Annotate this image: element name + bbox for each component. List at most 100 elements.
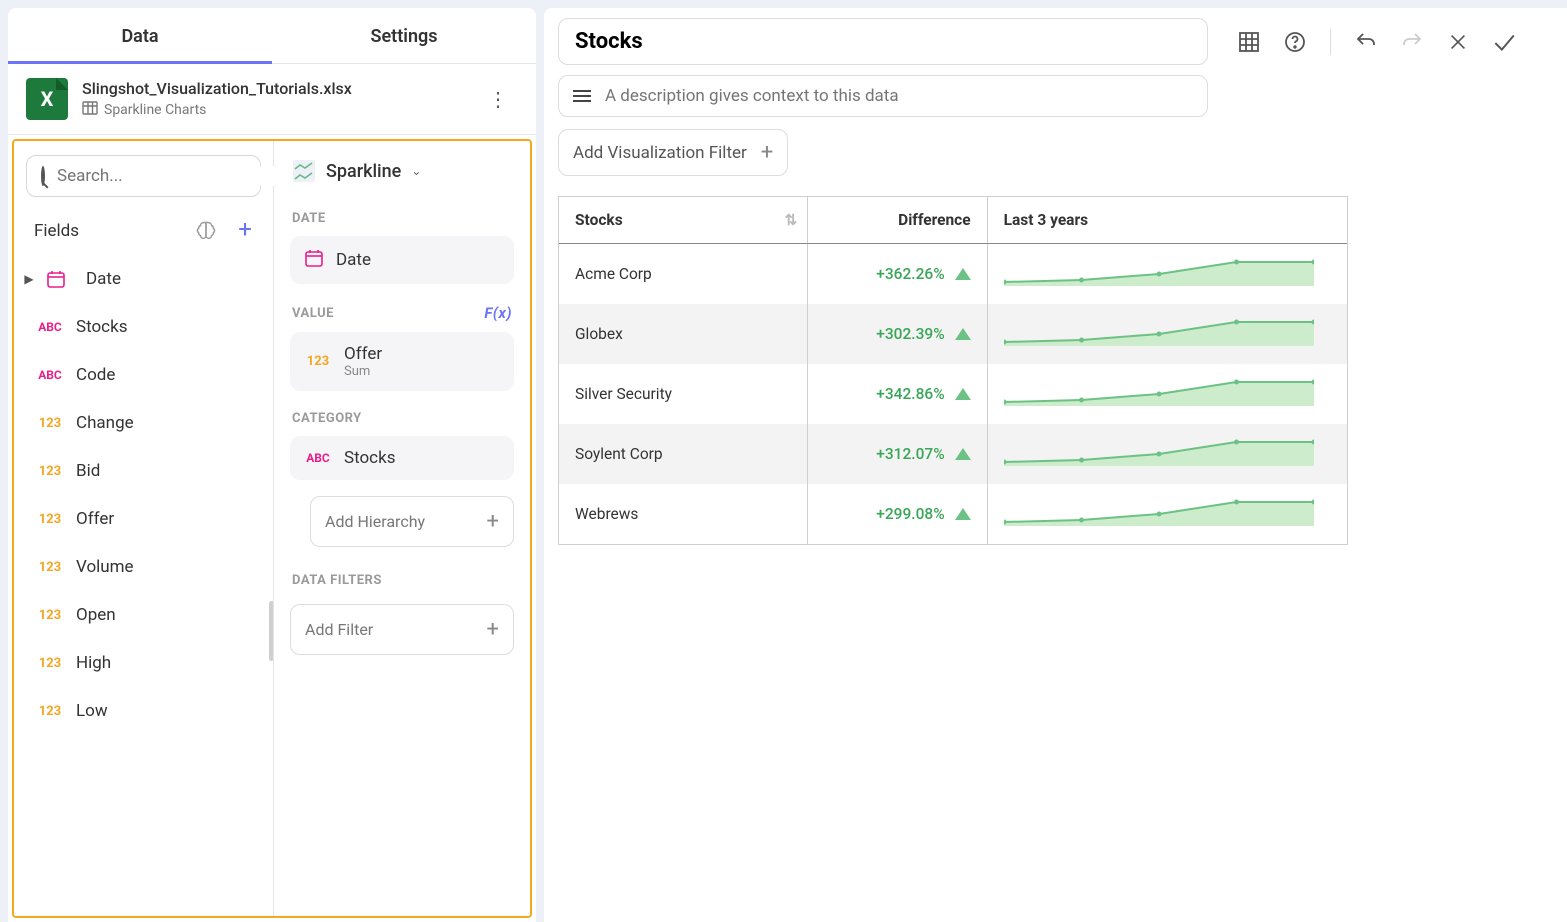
value-pill-label: Offer [344,344,382,364]
confirm-icon[interactable] [1491,29,1517,55]
table-row[interactable]: Webrews+299.08% [559,484,1347,544]
text-icon: ABC [304,451,332,465]
field-label: Date [86,269,121,289]
section-date: DATE [290,201,514,236]
table-row[interactable]: Soylent Corp+312.07% [559,424,1347,484]
up-trend-icon [955,328,971,340]
field-label: High [76,653,111,673]
cell-difference: +302.39% [808,304,987,364]
plus-icon: + [487,617,499,642]
field-item-stocks[interactable]: ABCStocks [14,303,273,351]
th-last3[interactable]: Last 3 years [987,197,1347,244]
cell-stock-name: Globex [559,304,808,364]
text-icon: ABC [36,320,64,334]
numeric-icon: 123 [36,464,64,479]
chevron-down-icon: ⌄ [411,164,421,178]
visualization-label: Sparkline [326,161,401,182]
numeric-icon: 123 [36,656,64,671]
config-pane: Sparkline ⌄ DATE Date VALUE F(x) 123 [274,141,530,916]
numeric-icon: 123 [36,704,64,719]
field-item-low[interactable]: 123 Low [14,687,273,735]
th-stocks[interactable]: Stocks ⇅ [559,197,808,244]
field-item-date[interactable]: ▶ Date [14,255,273,303]
sparkline [1004,318,1314,346]
field-item-volume[interactable]: 123 Volume [14,543,273,591]
close-icon[interactable] [1445,29,1471,55]
numeric-icon: 123 [36,560,64,575]
cell-sparkline [987,364,1347,424]
field-item-offer[interactable]: 123Offer [14,495,273,543]
visualization-selector[interactable]: Sparkline ⌄ [290,153,514,201]
chevron-right-icon: ▶ [24,272,34,286]
th-difference[interactable]: Difference [808,197,987,244]
sparkline [1004,498,1314,526]
description-input[interactable] [605,86,1193,106]
datasource-menu-button[interactable]: ⋮ [478,81,518,117]
tab-settings[interactable]: Settings [272,8,536,63]
cell-difference: +362.26% [808,244,987,305]
description-row[interactable] [558,75,1208,117]
right-panel: Add Visualization Filter + Stocks ⇅ Diff… [544,8,1567,922]
field-label: Bid [76,461,100,481]
highlighted-panes: Fields + ▶DateABCStocksABCCode123Change1… [12,139,532,918]
up-trend-icon [955,268,971,280]
sparkline [1004,258,1314,286]
add-viz-filter-button[interactable]: Add Visualization Filter + [558,129,788,176]
undo-icon[interactable] [1353,29,1379,55]
value-pill-agg: Sum [344,364,382,379]
fields-search[interactable] [26,155,261,197]
date-pill-label: Date [336,250,371,270]
field-item-change[interactable]: 123 Change [14,399,273,447]
plus-icon: + [761,140,773,165]
category-pill[interactable]: ABC Stocks [290,436,514,480]
up-trend-icon [955,388,971,400]
tabs: Data Settings [8,8,536,64]
cell-stock-name: Soylent Corp [559,424,808,484]
grid-icon[interactable] [1236,29,1262,55]
table-row[interactable]: Acme Corp+362.26% [559,244,1347,305]
field-label: Change [76,413,134,433]
plus-icon: + [487,509,499,534]
field-item-bid[interactable]: 123 Bid [14,447,273,495]
table-icon [82,100,98,120]
search-icon [41,166,45,186]
field-label: Code [76,365,115,385]
category-pill-label: Stocks [344,448,395,468]
field-item-code[interactable]: ABC Code [14,351,273,399]
cell-sparkline [987,304,1347,364]
numeric-icon: 123 [36,416,64,431]
datasource-filename: Slingshot_Visualization_Tutorials.xlsx [82,79,464,98]
datasource-sheet: Sparkline Charts [104,102,206,118]
add-hierarchy-button[interactable]: Add Hierarchy+ [310,496,514,547]
date-pill[interactable]: Date [290,236,514,284]
viz-title-input-wrap[interactable] [558,18,1208,65]
numeric-icon: 123 [304,354,332,369]
add-field-button[interactable]: + [233,219,257,243]
field-item-open[interactable]: 123Open [14,591,273,639]
help-icon[interactable] [1282,29,1308,55]
cell-difference: +299.08% [808,484,987,544]
cell-difference: +342.86% [808,364,987,424]
add-filter-button[interactable]: Add Filter+ [290,604,514,655]
up-trend-icon [955,508,971,520]
brain-icon[interactable] [195,220,217,242]
text-icon: ABC [36,368,64,382]
table-row[interactable]: Globex+302.39% [559,304,1347,364]
datasource-bar: X Slingshot_Visualization_Tutorials.xlsx… [8,64,536,135]
fx-button[interactable]: F(x) [484,304,512,322]
cell-sparkline [987,244,1347,305]
sort-icon[interactable]: ⇅ [785,211,798,229]
fields-pane: Fields + ▶DateABCStocksABCCode123Change1… [14,141,274,916]
field-label: Low [76,701,108,721]
sparkline-icon [292,159,316,183]
sparkline [1004,378,1314,406]
viz-title-input[interactable] [575,29,1191,54]
field-item-high[interactable]: 123 High [14,639,273,687]
field-label: Volume [76,557,134,577]
redo-icon[interactable] [1399,29,1425,55]
search-input[interactable] [57,166,279,186]
tab-data[interactable]: Data [8,8,272,63]
table-row[interactable]: Silver Security+342.86% [559,364,1347,424]
value-pill[interactable]: 123 Offer Sum [290,332,514,391]
description-icon [573,90,591,102]
